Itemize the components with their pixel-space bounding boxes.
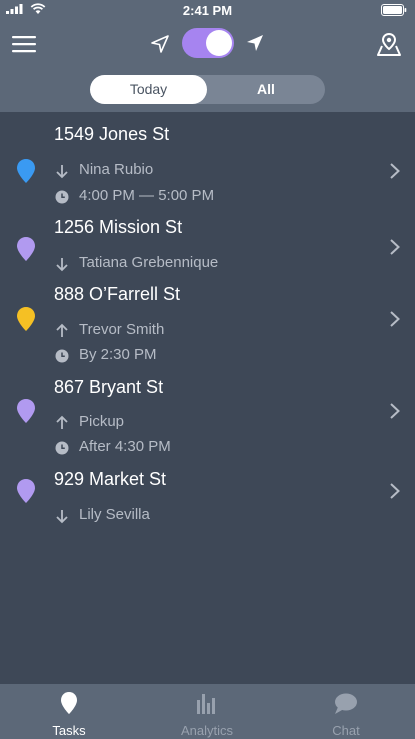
segment-today[interactable]: Today	[90, 75, 207, 104]
clock-icon	[55, 441, 69, 455]
task-address: 1549 Jones St	[54, 124, 170, 144]
tab-analytics-label: Analytics	[180, 723, 234, 738]
map-pin-icon[interactable]	[376, 31, 402, 57]
task-item[interactable]: 1549 Jones St Nina Rubio 4:00 PM — 5:00 …	[0, 124, 415, 208]
purple-location-pin-icon	[17, 479, 35, 503]
chevron-right-icon	[390, 239, 400, 255]
task-item[interactable]: 1256 Mission St Tatiana Grebennique	[0, 217, 415, 272]
tab-tasks-label: Tasks	[52, 723, 86, 738]
task-time: By 2:30 PM	[79, 346, 157, 363]
clock-icon	[55, 190, 69, 204]
arrow-down-icon	[56, 510, 68, 524]
day-filter-segmented-control: Today All	[90, 75, 325, 104]
toggle-knob	[206, 30, 232, 56]
task-item[interactable]: 888 O’Farrell St Trevor Smith By 2:30 PM	[0, 284, 415, 368]
chat-bubble-icon	[335, 693, 357, 714]
tab-chat-label: Chat	[332, 723, 360, 738]
status-bar: 2:41 PM	[0, 0, 415, 20]
chevron-right-icon	[390, 163, 400, 179]
tab-bar: Tasks Analytics Chat	[0, 684, 415, 739]
pin-icon	[61, 692, 77, 714]
status-time: 2:41 PM	[182, 3, 233, 18]
task-item[interactable]: 929 Market St Lily Sevilla	[0, 469, 415, 524]
chevron-right-icon	[390, 483, 400, 499]
chevron-right-icon	[390, 403, 400, 419]
navigation-arrow-outline-icon	[151, 35, 169, 53]
task-address: 888 O’Farrell St	[54, 284, 181, 304]
blue-location-pin-icon	[17, 159, 35, 183]
navigation-arrow-filled-icon[interactable]	[245, 33, 265, 53]
yellow-location-pin-icon	[17, 307, 35, 331]
nav-row	[0, 24, 415, 64]
task-person: Tatiana Grebennique	[79, 254, 219, 271]
task-person: Lily Sevilla	[79, 506, 150, 523]
purple-location-pin-icon	[17, 399, 35, 423]
tab-analytics[interactable]: Analytics	[138, 684, 276, 739]
segment-all[interactable]: All	[207, 75, 325, 104]
chevron-right-icon	[390, 311, 400, 327]
task-item[interactable]: 867 Bryant St Pickup After 4:30 PM	[0, 377, 415, 461]
purple-location-pin-icon	[17, 237, 35, 261]
task-address: 929 Market St	[54, 469, 167, 489]
header: 2:41 PM Today All	[0, 0, 415, 112]
arrow-up-icon	[56, 415, 68, 429]
tab-chat[interactable]: Chat	[277, 684, 415, 739]
bar-chart-icon	[197, 694, 215, 714]
arrow-down-icon	[56, 165, 68, 179]
arrow-up-icon	[56, 323, 68, 337]
task-address: 1256 Mission St	[54, 217, 183, 237]
battery-icon	[381, 4, 407, 16]
task-time: After 4:30 PM	[79, 438, 171, 455]
arrow-down-icon	[56, 258, 68, 272]
hamburger-menu-icon[interactable]	[12, 34, 36, 54]
task-time: 4:00 PM — 5:00 PM	[79, 187, 215, 204]
task-person: Pickup	[79, 413, 125, 430]
tab-tasks[interactable]: Tasks	[0, 684, 138, 739]
task-person: Nina Rubio	[79, 161, 154, 178]
task-person: Trevor Smith	[79, 321, 165, 338]
tracking-toggle[interactable]	[182, 28, 234, 58]
task-address: 867 Bryant St	[54, 377, 164, 397]
clock-icon	[55, 349, 69, 363]
